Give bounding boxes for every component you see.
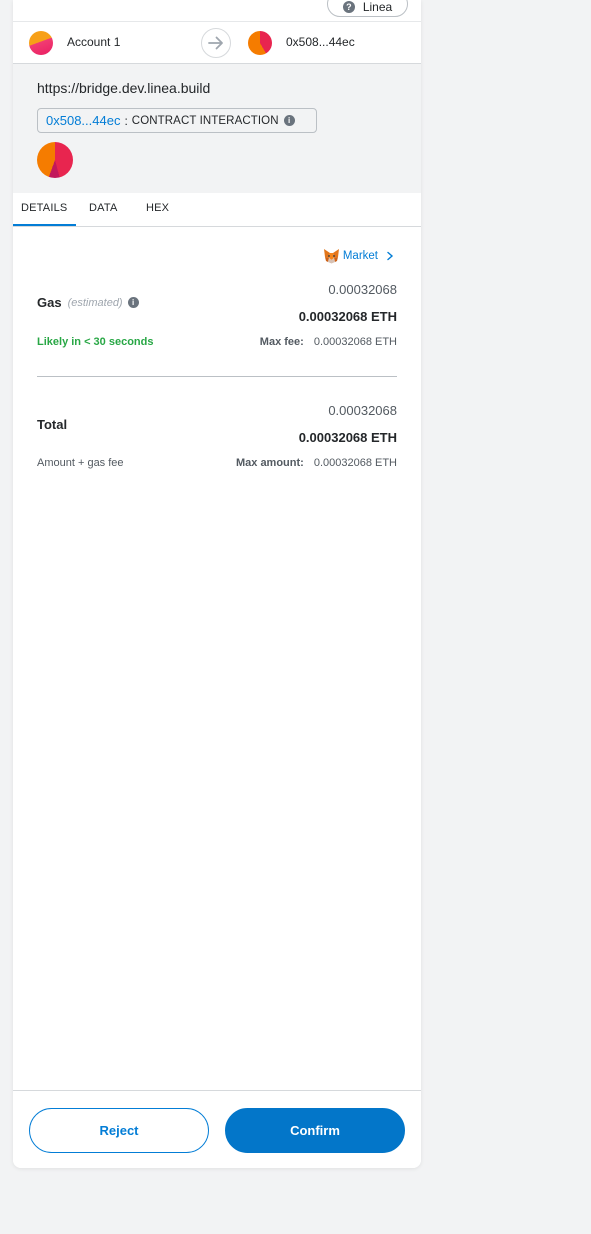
transaction-origin: https://bridge.dev.linea.build 0x508...4… bbox=[13, 64, 421, 193]
contract-interaction-badge: 0x508...44ec : CONTRACT INTERACTION i bbox=[37, 108, 317, 133]
contract-type-label: CONTRACT INTERACTION bbox=[131, 114, 279, 127]
gas-fee-value: 0.00032068 bbox=[328, 282, 397, 297]
tab-hex[interactable]: HEX bbox=[146, 202, 169, 214]
max-fee-label: Max fee: bbox=[259, 336, 304, 348]
gas-market-label: Market bbox=[342, 250, 378, 262]
contract-separator: : bbox=[124, 113, 128, 128]
recipient-address[interactable]: 0x508...44ec bbox=[286, 35, 355, 49]
contract-avatar bbox=[37, 142, 73, 178]
origin-url: https://bridge.dev.linea.build bbox=[37, 80, 211, 96]
gas-label: Gas (estimated) i bbox=[37, 295, 139, 310]
total-value: 0.00032068 bbox=[328, 403, 397, 418]
sender-recipient-row: Account 1 0x508...44ec bbox=[13, 22, 421, 64]
tab-details[interactable]: DETAILS bbox=[21, 202, 67, 214]
active-tab-indicator bbox=[13, 224, 76, 226]
gas-fee-eth: 0.00032068 ETH bbox=[298, 309, 397, 324]
tab-bar: DETAILS DATA HEX bbox=[13, 193, 421, 227]
gas-estimated-label: (estimated) bbox=[67, 296, 123, 309]
max-amount: Max amount: 0.00032068 ETH bbox=[236, 457, 397, 469]
reject-button[interactable]: Reject bbox=[29, 1108, 209, 1153]
network-selector[interactable]: ? Linea bbox=[327, 0, 408, 17]
total-label: Total bbox=[37, 417, 68, 432]
total-eth: 0.00032068 ETH bbox=[298, 430, 397, 445]
confirm-button[interactable]: Confirm bbox=[225, 1108, 405, 1153]
max-amount-label: Max amount: bbox=[235, 457, 304, 469]
sender-account-name[interactable]: Account 1 bbox=[67, 35, 120, 49]
network-bar: ? Linea bbox=[13, 0, 421, 22]
max-fee: Max fee: 0.00032068 ETH bbox=[260, 336, 397, 348]
contract-address-link[interactable]: 0x508...44ec bbox=[46, 113, 120, 128]
chevron-right-icon bbox=[387, 251, 394, 261]
section-divider bbox=[37, 376, 397, 377]
sender-avatar bbox=[29, 31, 53, 55]
metamask-fox-icon bbox=[323, 249, 339, 264]
gas-market-button[interactable]: Market bbox=[323, 248, 395, 264]
footer-actions: Reject Confirm bbox=[13, 1090, 421, 1168]
gas-info-icon[interactable]: i bbox=[127, 297, 139, 308]
arrow-right-icon bbox=[201, 28, 231, 58]
gas-time-estimate: Likely in < 30 seconds bbox=[37, 336, 154, 348]
tab-data[interactable]: DATA bbox=[89, 202, 118, 214]
max-amount-value: 0.00032068 ETH bbox=[313, 457, 397, 469]
max-fee-value: 0.00032068 ETH bbox=[313, 336, 397, 348]
confirm-transaction-popup: ? Linea Account 1 0x508...44ec https://b… bbox=[13, 0, 421, 1168]
gas-title: Gas bbox=[37, 295, 62, 310]
info-icon[interactable]: i bbox=[283, 115, 295, 126]
recipient-avatar bbox=[248, 31, 272, 55]
question-icon: ? bbox=[342, 1, 355, 13]
total-sub-label: Amount + gas fee bbox=[37, 457, 124, 469]
network-name: Linea bbox=[362, 0, 393, 14]
